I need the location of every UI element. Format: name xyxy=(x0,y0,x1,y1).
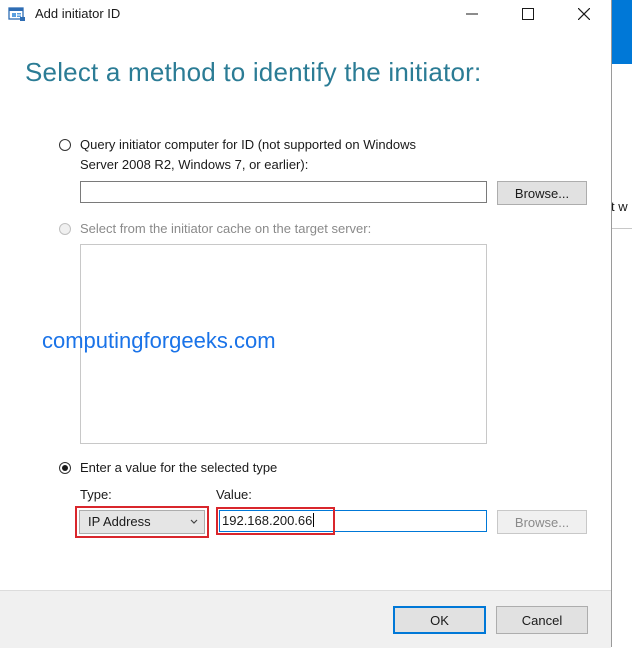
query-initiator-radio[interactable] xyxy=(59,139,71,151)
cancel-button[interactable]: Cancel xyxy=(496,606,588,634)
background-window-divider xyxy=(612,228,632,229)
page-heading: Select a method to identify the initiato… xyxy=(25,57,482,87)
radio-selected-dot xyxy=(62,465,68,471)
close-icon xyxy=(578,8,590,20)
close-button[interactable] xyxy=(561,0,607,28)
initiator-cache-label: Select from the initiator cache on the t… xyxy=(80,221,372,236)
query-browse-button[interactable]: Browse... xyxy=(497,181,587,205)
ok-button[interactable]: OK xyxy=(393,606,486,634)
background-window-header xyxy=(612,0,632,64)
initiator-cache-radio xyxy=(59,223,71,235)
query-initiator-label-line2: Server 2008 R2, Windows 7, or earlier): xyxy=(80,157,309,172)
background-window xyxy=(612,0,632,647)
value-browse-button: Browse... xyxy=(497,510,587,534)
maximize-button[interactable] xyxy=(505,0,551,28)
value-label: Value: xyxy=(216,487,252,502)
window-title: Add initiator ID xyxy=(35,6,121,21)
watermark-text: computingforgeeks.com xyxy=(42,328,276,353)
minimize-button[interactable] xyxy=(449,0,495,28)
enter-value-label: Enter a value for the selected type xyxy=(80,460,278,475)
query-computer-input[interactable] xyxy=(80,181,487,203)
title-bar[interactable]: Add initiator ID xyxy=(0,0,611,28)
type-label: Type: xyxy=(80,487,112,502)
query-initiator-label-line1: Query initiator computer for ID (not sup… xyxy=(80,137,416,152)
minimize-icon xyxy=(466,13,478,15)
type-highlight-box xyxy=(75,506,209,538)
iscsi-initiator-icon xyxy=(8,6,26,22)
maximize-icon xyxy=(522,8,534,20)
add-initiator-dialog: Add initiator ID Select a method to iden… xyxy=(0,0,612,648)
value-highlight-box xyxy=(216,507,335,535)
background-window-text: t w xyxy=(611,199,628,214)
enter-value-radio[interactable] xyxy=(59,462,71,474)
